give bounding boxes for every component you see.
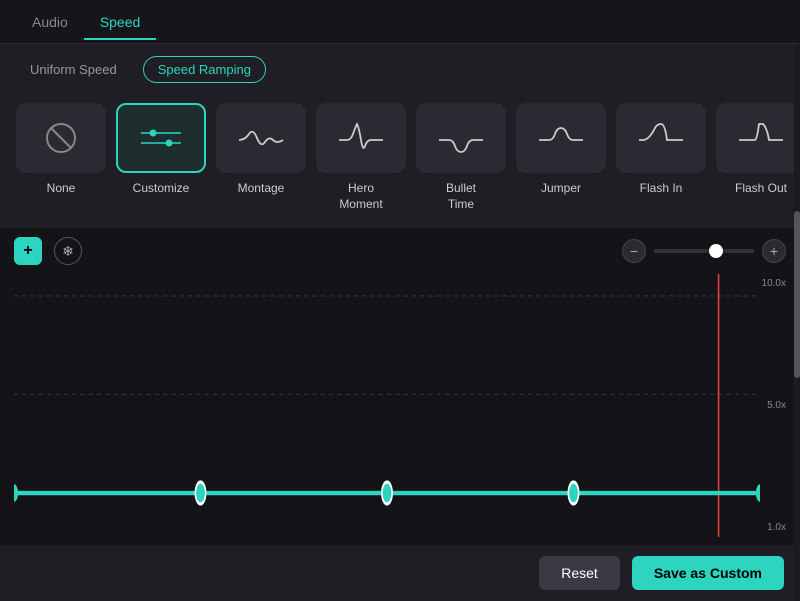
presets-grid: None Customize: [16, 103, 784, 212]
timeline-area: + ❄ − +: [0, 228, 800, 545]
graph-label-10x: 10.0x: [762, 278, 786, 289]
zoom-controls: − +: [622, 239, 786, 263]
graph-label-1x: 1.0x: [762, 522, 786, 533]
tab-audio[interactable]: Audio: [16, 4, 84, 40]
zoom-slider-thumb[interactable]: [709, 244, 723, 258]
graph-svg: [14, 274, 760, 537]
uniform-speed-btn[interactable]: Uniform Speed: [16, 57, 131, 82]
preset-flash-in-icon: [616, 103, 706, 173]
preset-customize[interactable]: Customize: [116, 103, 206, 212]
scrollbar-thumb[interactable]: [794, 211, 800, 378]
preset-jumper-icon: [516, 103, 606, 173]
app-container: Audio Speed Uniform Speed Speed Ramping …: [0, 0, 800, 601]
preset-customize-icon: [116, 103, 206, 173]
preset-jumper[interactable]: Jumper: [516, 103, 606, 212]
graph-label-5x: 5.0x: [762, 400, 786, 411]
presets-area: None Customize: [0, 95, 800, 228]
tab-speed[interactable]: Speed: [84, 4, 156, 40]
zoom-out-button[interactable]: −: [622, 239, 646, 263]
preset-flash-in-label: Flash In: [640, 181, 683, 197]
tab-bar: Audio Speed: [0, 0, 800, 44]
preset-flash-in[interactable]: Flash In: [616, 103, 706, 212]
preset-none[interactable]: None: [16, 103, 106, 212]
zoom-in-button[interactable]: +: [762, 239, 786, 263]
reset-button[interactable]: Reset: [539, 556, 620, 590]
graph-labels: 10.0x 5.0x 1.0x: [762, 274, 786, 537]
add-keyframe-button[interactable]: +: [14, 237, 42, 265]
bottom-bar: Reset Save as Custom: [0, 545, 800, 601]
preset-none-label: None: [47, 181, 76, 197]
graph-area: 10.0x 5.0x 1.0x: [0, 274, 800, 537]
preset-jumper-label: Jumper: [541, 181, 581, 197]
save-custom-button[interactable]: Save as Custom: [632, 556, 784, 590]
preset-montage[interactable]: Montage: [216, 103, 306, 212]
preset-hero-moment-icon: [316, 103, 406, 173]
preset-hero-moment[interactable]: HeroMoment: [316, 103, 406, 212]
preset-customize-label: Customize: [133, 181, 190, 197]
preset-montage-icon: [216, 103, 306, 173]
timeline-toolbar: + ❄ − +: [0, 228, 800, 274]
preset-flash-out-label: Flash Out: [735, 181, 787, 197]
preset-montage-label: Montage: [238, 181, 285, 197]
zoom-slider[interactable]: [654, 249, 754, 253]
speed-ramping-btn[interactable]: Speed Ramping: [143, 56, 266, 83]
preset-flash-out-icon: [716, 103, 800, 173]
preset-hero-moment-label: HeroMoment: [339, 181, 382, 212]
scrollbar-track[interactable]: [794, 44, 800, 601]
zoom-slider-container: [654, 249, 754, 253]
freeze-button[interactable]: ❄: [54, 237, 82, 265]
mode-bar: Uniform Speed Speed Ramping: [0, 44, 800, 95]
preset-none-icon: [16, 103, 106, 173]
preset-bullet-time-icon: [416, 103, 506, 173]
preset-flash-out[interactable]: Flash Out: [716, 103, 800, 212]
preset-bullet-time[interactable]: BulletTime: [416, 103, 506, 212]
preset-bullet-time-label: BulletTime: [446, 181, 476, 212]
